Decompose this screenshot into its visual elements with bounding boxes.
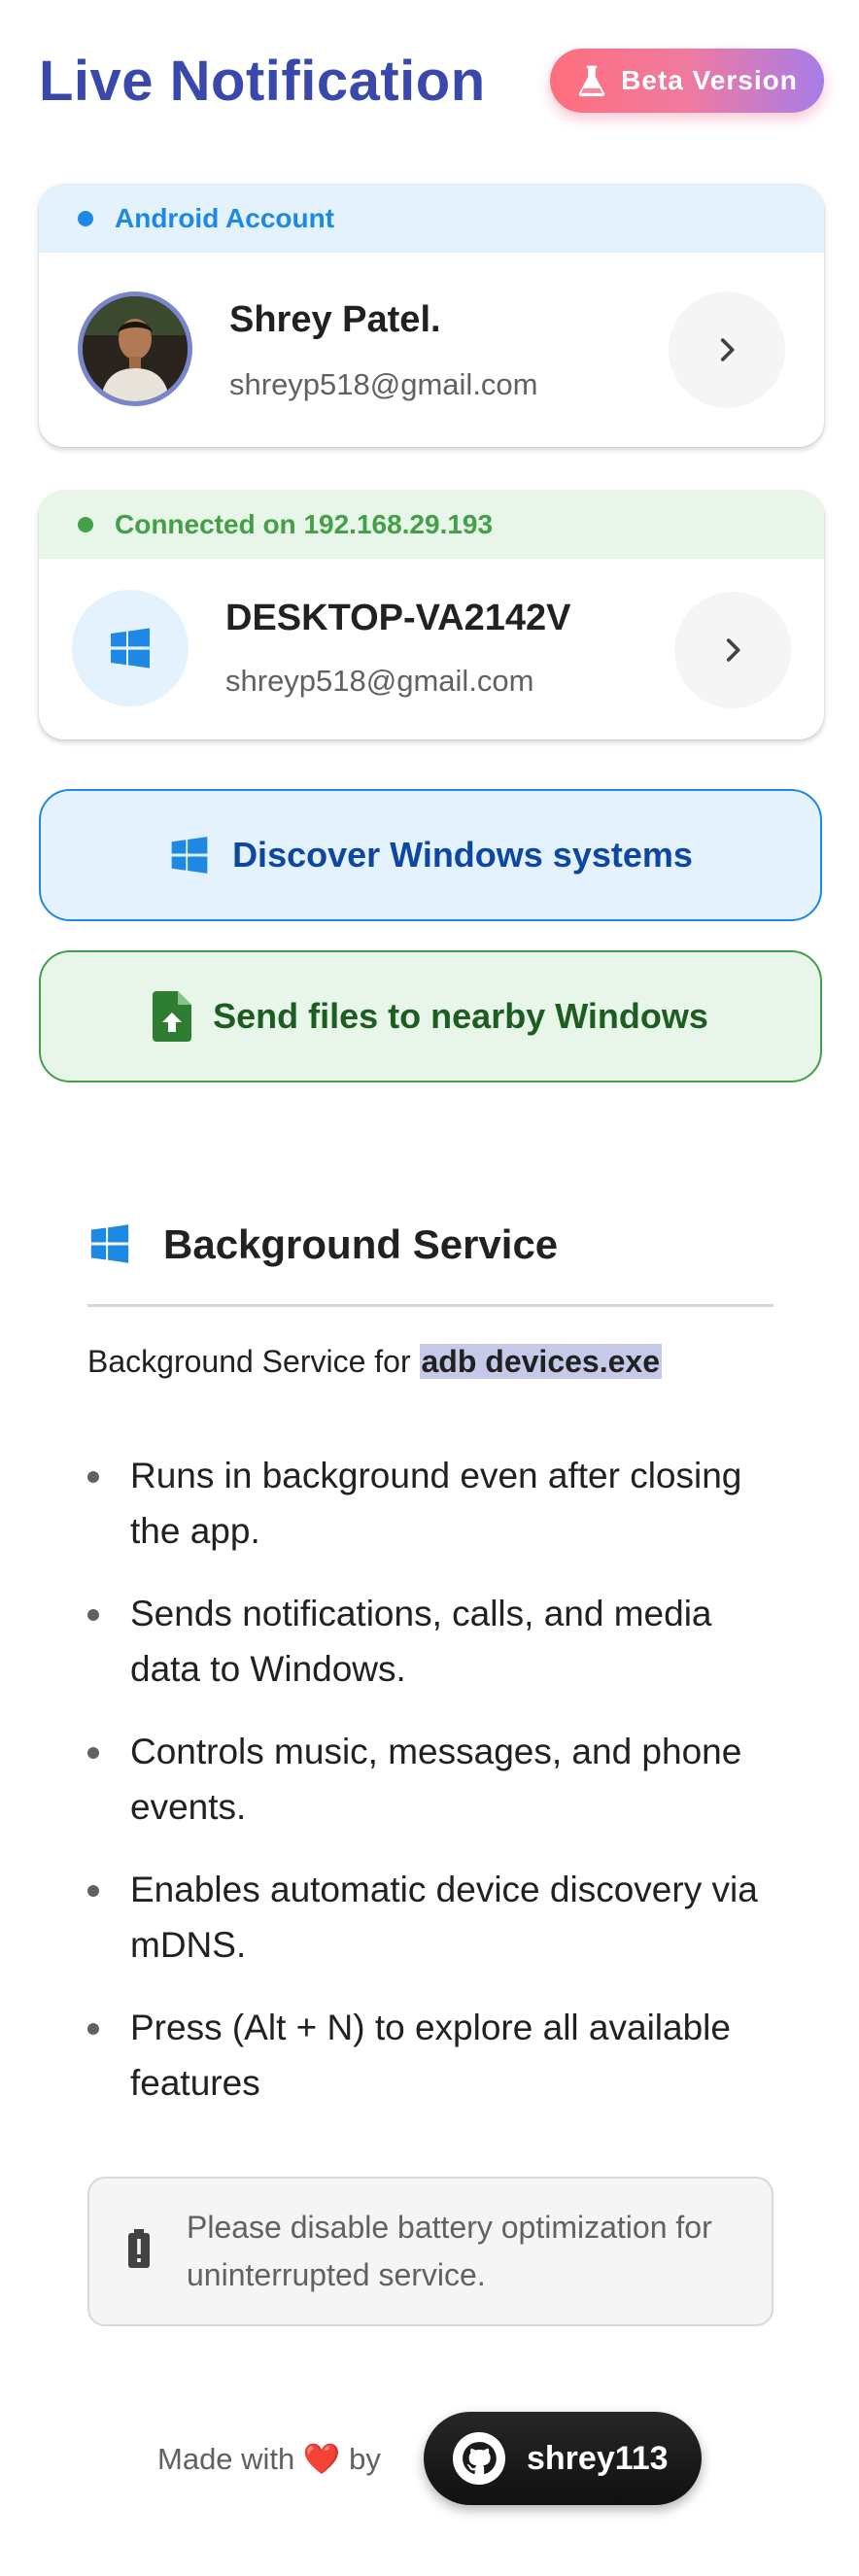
discover-windows-button[interactable]: Discover Windows systems <box>39 789 822 921</box>
chevron-right-icon <box>726 638 740 662</box>
windows-icon <box>171 837 208 874</box>
app-title: Live Notification <box>39 50 486 113</box>
flask-icon <box>579 65 605 97</box>
bullet-icon <box>87 1885 99 1897</box>
send-files-button[interactable]: Send files to nearby Windows <box>39 950 822 1082</box>
status-dot <box>78 517 93 532</box>
service-subtitle-prefix: Background Service for <box>87 1344 420 1379</box>
beta-version-label: Beta Version <box>621 65 798 95</box>
file-upload-icon <box>153 991 192 1042</box>
app-header: Live Notification Beta Version <box>39 43 824 120</box>
github-icon <box>453 2432 505 2485</box>
device-email: shreyp518@gmail.com <box>225 664 534 698</box>
list-item: Sends notifications, calls, and media da… <box>87 1586 787 1697</box>
background-service-header: Background Service <box>87 1210 773 1307</box>
beta-version-badge[interactable]: Beta Version <box>550 49 824 113</box>
service-subtitle: Background Service for adb devices.exe <box>87 1344 662 1380</box>
avatar-photo <box>83 296 188 401</box>
device-status-label: Connected on 192.168.29.193 <box>115 509 494 539</box>
device-name: DESKTOP-VA2142V <box>225 598 571 638</box>
list-item: Enables automatic device discovery via m… <box>87 1862 787 1973</box>
list-item: Controls music, messages, and phone even… <box>87 1724 787 1835</box>
device-card-body: DESKTOP-VA2142V shreyp518@gmail.com <box>39 559 824 739</box>
feature-list: Runs in background even after closing th… <box>87 1448 787 2138</box>
android-account-card[interactable]: Android Account Shrey Patel. shreyp518@g… <box>39 185 824 447</box>
battery-alert-icon <box>128 2229 150 2268</box>
windows-icon <box>111 628 150 669</box>
account-status-label: Android Account <box>115 203 335 233</box>
bullet-icon <box>87 1747 99 1759</box>
status-dot <box>78 211 93 226</box>
github-profile-button[interactable]: shrey113 <box>424 2412 702 2505</box>
account-status-bar: Android Account <box>39 185 824 253</box>
bullet-icon <box>87 1471 99 1483</box>
chevron-right-icon <box>720 338 735 361</box>
device-open-button[interactable] <box>674 592 791 708</box>
battery-warning: Please disable battery optimization for … <box>87 2177 773 2326</box>
bullet-icon <box>87 1609 99 1621</box>
device-icon-circle <box>72 590 189 706</box>
account-email: shreyp518@gmail.com <box>229 367 538 401</box>
account-open-button[interactable] <box>669 292 785 408</box>
list-item: Press (Alt + N) to explore all available… <box>87 2000 787 2111</box>
connected-device-card[interactable]: Connected on 192.168.29.193 DESKTOP-VA21… <box>39 491 824 739</box>
battery-warning-text: Please disable battery optimization for … <box>187 2210 712 2292</box>
send-files-label: Send files to nearby Windows <box>213 996 708 1036</box>
made-with-text: Made with ❤️ by <box>157 2442 381 2476</box>
list-item: Runs in background even after closing th… <box>87 1448 787 1559</box>
windows-icon <box>90 1224 129 1263</box>
heart-icon: ❤️ <box>302 2442 341 2476</box>
discover-windows-label: Discover Windows systems <box>232 835 693 875</box>
account-name: Shrey Patel. <box>229 299 441 340</box>
service-executable-name: adb devices.exe <box>419 1344 662 1379</box>
avatar <box>78 292 192 406</box>
footer: Made with ❤️ by shrey113 <box>0 2408 859 2509</box>
device-status-bar: Connected on 192.168.29.193 <box>39 491 824 559</box>
section-title: Background Service <box>163 1221 559 1267</box>
bullet-icon <box>87 2023 99 2035</box>
account-card-body: Shrey Patel. shreyp518@gmail.com <box>39 253 824 447</box>
github-username: shrey113 <box>527 2439 669 2477</box>
